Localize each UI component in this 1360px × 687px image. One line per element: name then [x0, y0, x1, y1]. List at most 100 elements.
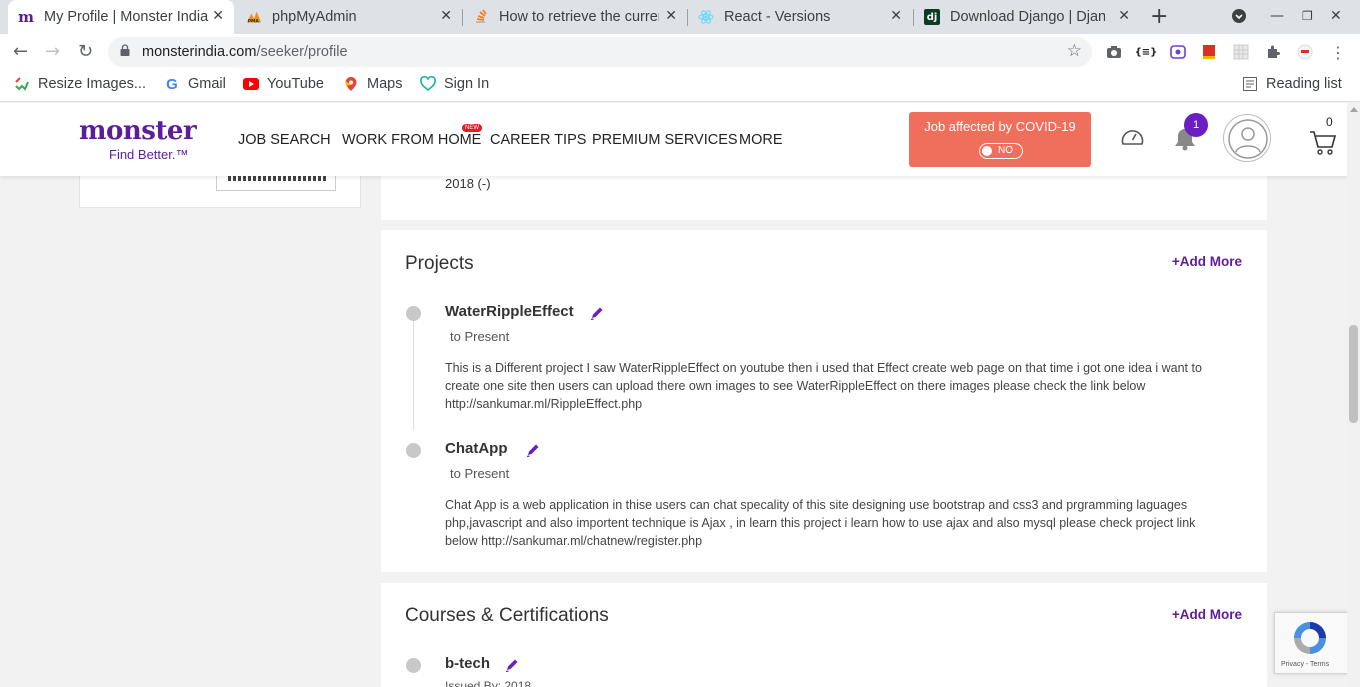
- toggle-label: NO: [998, 145, 1013, 156]
- bookmark-label: Gmail: [188, 76, 226, 92]
- camera-icon[interactable]: [1106, 44, 1122, 60]
- course-issued-by: Issued By: 2018: [445, 679, 532, 687]
- course-title: b-tech: [445, 655, 490, 672]
- nav-job-search[interactable]: JOB SEARCH: [238, 132, 331, 148]
- minimize-icon[interactable]: —: [1270, 8, 1284, 24]
- new-badge: NEW: [462, 124, 482, 132]
- bookmark-resize-images[interactable]: Resize Images...: [14, 76, 146, 92]
- restore-icon[interactable]: ❐: [1302, 9, 1313, 23]
- nav-career-tips[interactable]: CAREER TIPS: [490, 132, 586, 148]
- timeline-dot: [406, 658, 421, 673]
- timeline-dot: [406, 306, 421, 321]
- forward-icon[interactable]: →: [45, 41, 60, 62]
- tab-react-versions[interactable]: React - Versions ✕: [688, 0, 912, 34]
- recaptcha-badge[interactable]: Privacy - Terms: [1274, 612, 1347, 674]
- add-more-projects-button[interactable]: +Add More: [1172, 254, 1242, 269]
- project-description: This is a Different project I saw WaterR…: [445, 361, 1202, 411]
- education-date: 2018 (-): [445, 176, 491, 191]
- bookmark-star-icon[interactable]: ☆: [1067, 41, 1082, 61]
- close-icon[interactable]: ✕: [440, 8, 452, 24]
- grid-extension-icon[interactable]: [1233, 44, 1249, 60]
- project-title: ChatApp: [445, 440, 508, 457]
- nav-more[interactable]: MORE: [739, 132, 783, 148]
- bookmark-sign-in[interactable]: Sign In: [420, 76, 489, 92]
- address-bar[interactable]: monsterindia.com/seeker/profile ☆: [108, 37, 1092, 67]
- timeline-dot: [406, 443, 421, 458]
- tab-django[interactable]: dj Download Django | Django ✕: [914, 0, 1140, 34]
- window-close-icon[interactable]: ✕: [1330, 8, 1342, 24]
- recaptcha-icon: [1294, 622, 1326, 654]
- bookmark-gmail[interactable]: G Gmail: [164, 75, 226, 93]
- reading-list-label: Reading list: [1266, 76, 1342, 92]
- profile-extension-icon[interactable]: [1297, 44, 1313, 60]
- projects-section: Projects +Add More WaterRippleEffect to …: [381, 230, 1267, 572]
- lock-icon[interactable]: [120, 44, 130, 56]
- section-title: Courses & Certifications: [405, 605, 609, 626]
- close-icon[interactable]: ✕: [1118, 8, 1130, 24]
- extensions-puzzle-icon[interactable]: [1265, 44, 1281, 60]
- project-description: Chat App is a web application in thise u…: [445, 498, 1196, 548]
- edit-pencil-icon[interactable]: [525, 442, 541, 458]
- stackoverflow-icon: [473, 9, 489, 25]
- nav-premium-services[interactable]: PREMIUM SERVICES: [592, 132, 738, 148]
- monster-logo[interactable]: monster Find Better.™: [79, 116, 197, 162]
- covid-label: Job affected by COVID-19: [924, 119, 1076, 134]
- phpmyadmin-icon: PMA: [246, 9, 262, 25]
- screen-record-icon[interactable]: [1170, 44, 1186, 60]
- bookmark-youtube[interactable]: YouTube: [243, 76, 324, 92]
- add-more-courses-button[interactable]: +Add More: [1172, 607, 1242, 622]
- edit-pencil-icon[interactable]: [589, 305, 605, 321]
- close-icon[interactable]: ✕: [890, 8, 902, 24]
- tab-title: How to retrieve the current: [499, 9, 659, 25]
- tab-title: My Profile | Monster India: [44, 9, 209, 25]
- svg-text:PMA: PMA: [248, 18, 260, 24]
- bookmark-label: Resize Images...: [38, 76, 146, 92]
- avatar[interactable]: [1223, 114, 1271, 162]
- tab-search-icon[interactable]: [1231, 8, 1247, 28]
- signin-icon: [420, 76, 436, 92]
- url-text: monsterindia.com/seeker/profile: [142, 44, 348, 60]
- timeline-line: [413, 320, 414, 430]
- chrome-menu-icon[interactable]: ⋮: [1330, 43, 1346, 62]
- maps-icon: [343, 76, 359, 92]
- tab-title: Download Django | Django: [950, 9, 1105, 25]
- tab-monster-profile[interactable]: m My Profile | Monster India ✕: [8, 0, 234, 34]
- tab-stackoverflow[interactable]: How to retrieve the current ✕: [463, 0, 687, 34]
- covid-toggle[interactable]: NO: [979, 143, 1023, 159]
- youtube-icon: [243, 76, 259, 92]
- dashboard-gauge-icon[interactable]: [1120, 127, 1145, 147]
- json-viewer-icon[interactable]: {≡}: [1135, 44, 1158, 60]
- edit-pencil-icon[interactable]: [504, 657, 520, 673]
- section-title: Projects: [405, 253, 474, 274]
- logo-wordmark: monster: [79, 116, 197, 146]
- resize-icon: [14, 76, 30, 92]
- reading-list-button[interactable]: Reading list: [1242, 76, 1342, 92]
- covid-banner: Job affected by COVID-19 NO: [909, 112, 1091, 167]
- react-icon: [698, 9, 714, 25]
- close-icon[interactable]: ✕: [665, 8, 677, 24]
- logo-tagline: Find Better.™: [109, 147, 189, 162]
- notification-count-badge: 1: [1184, 113, 1208, 137]
- recaptcha-links[interactable]: Privacy - Terms: [1281, 661, 1329, 668]
- tab-phpmyadmin[interactable]: PMA phpMyAdmin ✕: [236, 0, 462, 34]
- new-tab-icon[interactable]: +: [1150, 4, 1168, 29]
- browser-toolbar: ← → ↻ monsterindia.com/seeker/profile ☆ …: [0, 34, 1360, 70]
- user-silhouette-icon: [1228, 119, 1268, 159]
- cart-icon[interactable]: [1309, 130, 1337, 156]
- nav-work-from-home[interactable]: WORK FROM HOME: [342, 132, 481, 148]
- bookmark-maps[interactable]: Maps: [343, 76, 402, 92]
- monster-m-icon: m: [18, 8, 34, 26]
- page-scrollbar[interactable]: [1347, 103, 1360, 687]
- bookmarks-bar: Resize Images... G Gmail YouTube Maps Si…: [0, 70, 1360, 102]
- reload-icon[interactable]: ↻: [78, 41, 93, 62]
- bookmark-label: Maps: [367, 76, 403, 92]
- scrollbar-thumb[interactable]: [1349, 325, 1358, 423]
- google-icon: G: [166, 75, 178, 93]
- close-icon[interactable]: ✕: [212, 8, 224, 24]
- scroll-up-icon[interactable]: [1350, 107, 1358, 112]
- cart-count: 0: [1326, 115, 1333, 129]
- back-icon[interactable]: ←: [13, 41, 28, 62]
- browser-tab-strip: m My Profile | Monster India ✕ PMA phpMy…: [0, 0, 1360, 34]
- tab-title: React - Versions: [724, 9, 831, 25]
- red-extension-icon[interactable]: [1201, 44, 1217, 60]
